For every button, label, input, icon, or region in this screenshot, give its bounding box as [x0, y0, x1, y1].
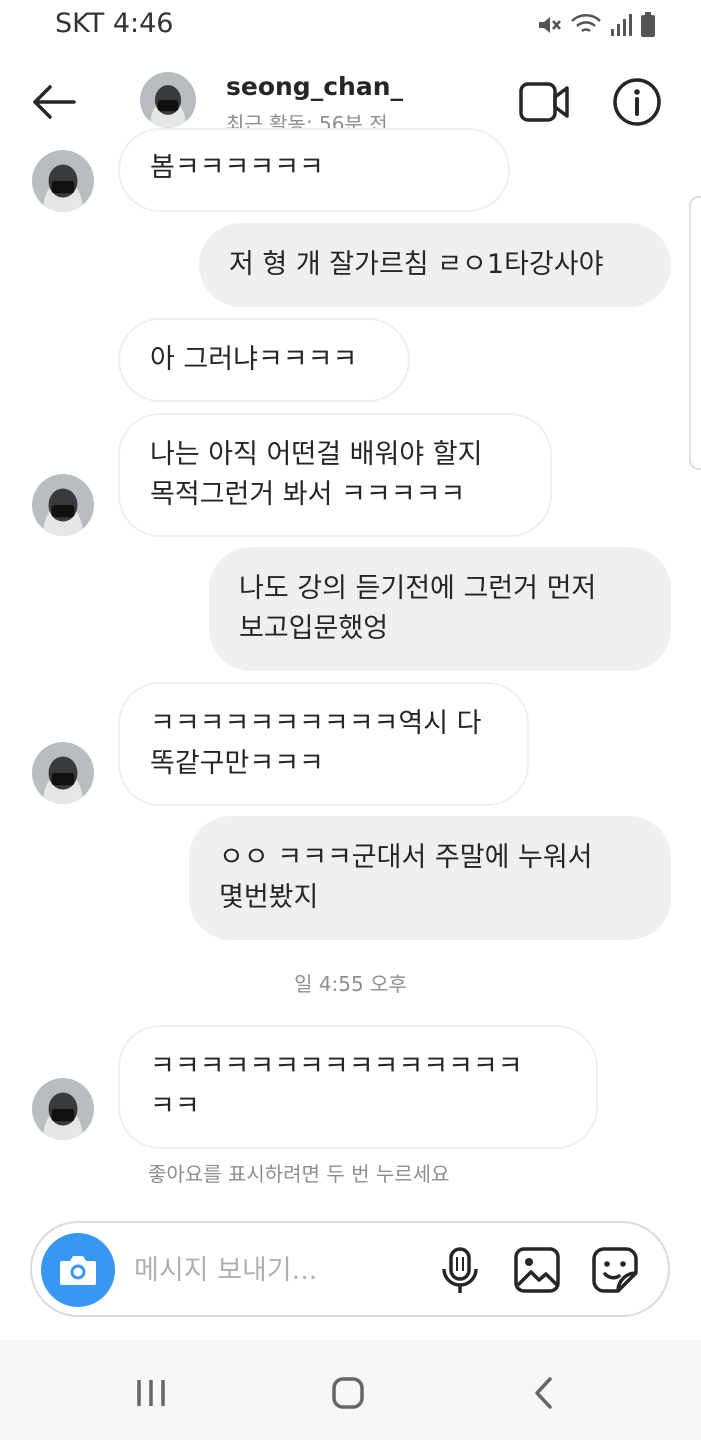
sticker-icon[interactable] [592, 1247, 638, 1293]
message-input[interactable] [132, 1247, 426, 1293]
status-time: SKT 4:46 [55, 8, 174, 39]
message-bubble-incoming[interactable]: 봄ㅋㅋㅋㅋㅋㅋ [118, 128, 510, 212]
status-icons [536, 12, 656, 38]
battery-icon [641, 12, 655, 37]
sender-avatar[interactable] [32, 150, 94, 212]
message-text: 나도 강의 듣기전에 그런거 먼저 보고입문했엉 [239, 573, 597, 644]
sender-avatar[interactable] [32, 474, 94, 536]
gallery-icon[interactable] [514, 1247, 560, 1293]
info-icon[interactable] [612, 77, 662, 127]
message-bubble-outgoing[interactable]: 나도 강의 듣기전에 그런거 먼저 보고입문했엉 [209, 547, 671, 671]
message-composer [30, 1221, 670, 1317]
sender-avatar[interactable] [32, 1078, 94, 1140]
message-bubble-outgoing[interactable]: ㅇㅇ ㅋㅋㅋ군대서 주말에 누워서 몇번봤지 [189, 816, 671, 940]
status-bar: SKT 4:46 [0, 0, 701, 52]
message-text: 봄ㅋㅋㅋㅋㅋㅋ [150, 152, 324, 183]
message-text: 아 그러냐ㅋㅋㅋㅋ [150, 344, 358, 375]
message-bubble-incoming[interactable]: ㅋㅋㅋㅋㅋㅋㅋㅋㅋㅋ역시 다 똑같구만ㅋㅋㅋ [118, 682, 529, 806]
camera-button[interactable] [41, 1233, 115, 1307]
message-bubble-incoming[interactable]: 나는 아직 어떤걸 배워야 할지 목적그런거 봐서 ㅋㅋㅋㅋㅋ [118, 413, 552, 537]
message-timestamp: 일 4:55 오후 [294, 972, 407, 996]
message-text: ㅋㅋㅋㅋㅋㅋㅋㅋㅋㅋㅋㅋㅋㅋㅋ ㅋㅋ [150, 1051, 523, 1122]
mute-icon [539, 17, 561, 33]
message-text: ㅇㅇ ㅋㅋㅋ군대서 주말에 누워서 몇번봤지 [219, 842, 593, 913]
signal-icon [611, 14, 632, 36]
double-tap-like-hint: 좋아요를 표시하려면 두 번 누르세요 [148, 1162, 450, 1186]
microphone-icon[interactable] [438, 1247, 482, 1295]
recent-apps-icon[interactable] [134, 1376, 168, 1410]
message-text: 저 형 개 잘가르침 ㄹㅇ1타강사야 [229, 249, 604, 280]
chat-username[interactable]: seong_chan_ [226, 72, 403, 101]
system-nav-bar [0, 1340, 701, 1440]
message-bubble-incoming[interactable]: ㅋㅋㅋㅋㅋㅋㅋㅋㅋㅋㅋㅋㅋㅋㅋ ㅋㅋ [118, 1025, 598, 1149]
home-icon[interactable] [331, 1376, 365, 1410]
back-arrow-icon[interactable] [30, 82, 78, 122]
sender-avatar[interactable] [32, 742, 94, 804]
wifi-icon [571, 14, 601, 33]
camera-icon [60, 1256, 96, 1285]
video-call-icon[interactable] [518, 80, 570, 124]
nav-back-icon[interactable] [530, 1376, 560, 1410]
message-text: 나는 아직 어떤걸 배워야 할지 목적그런거 봐서 ㅋㅋㅋㅋㅋ [150, 439, 483, 510]
message-text: ㅋㅋㅋㅋㅋㅋㅋㅋㅋㅋ역시 다 똑같구만ㅋㅋㅋ [150, 708, 482, 779]
message-bubble-outgoing[interactable]: 저 형 개 잘가르침 ㄹㅇ1타강사야 [199, 223, 671, 307]
message-bubble-incoming[interactable]: 아 그러냐ㅋㅋㅋㅋ [118, 318, 410, 402]
header-avatar[interactable] [140, 72, 196, 128]
scroll-indicator [689, 196, 701, 470]
